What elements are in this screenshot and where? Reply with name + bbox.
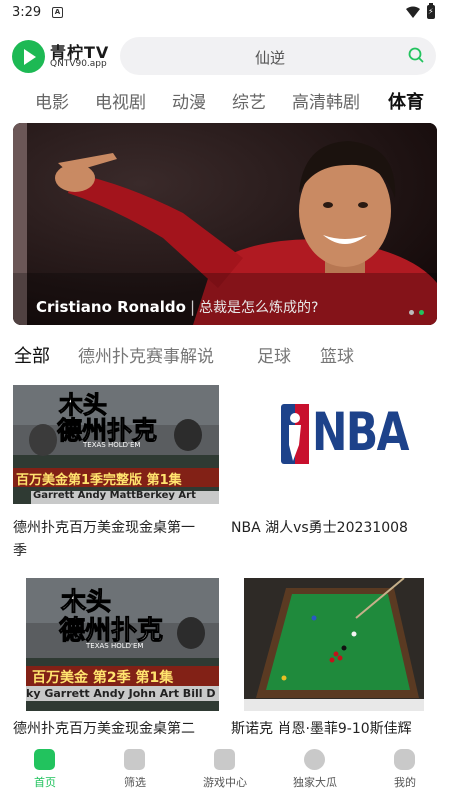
search-placeholder: 仙逆: [254, 49, 285, 67]
sub-tab-football[interactable]: 足球: [257, 342, 291, 367]
battery-icon: ⚡: [427, 3, 435, 19]
bottom-navigation: 首页 筛选 游戏中心 独家大瓜 我的: [0, 740, 450, 797]
nav-home[interactable]: 首页: [0, 740, 90, 797]
home-icon: [34, 749, 55, 770]
video-thumbnail: 木头 德州扑克 TEXAS HOLD'EM 百万美金 第2季 第1集 ky Ga…: [26, 578, 219, 711]
banner-page-dot-active[interactable]: [419, 310, 424, 315]
video-card[interactable]: 斯诺克 肖恩·墨菲9-10斯佳辉: [231, 578, 437, 743]
search-icon[interactable]: [408, 47, 424, 63]
video-thumbnail: 木头 德州扑克 TEXAS HOLD'EM 百万美金第1季完整版 第1集 Gar…: [13, 385, 219, 504]
banner-title: Cristiano Ronaldo: [36, 298, 186, 316]
thumb-caption: 百万美金第1季完整版 第1集: [16, 473, 182, 488]
profile-icon: [394, 749, 415, 770]
game-icon: [214, 749, 235, 770]
tab-tv-series[interactable]: 电视剧: [95, 88, 146, 113]
thumb-tag: TEXAS HOLD'EM: [83, 441, 141, 449]
nav-profile-label: 我的: [394, 776, 416, 789]
nav-filter-label: 筛选: [124, 776, 146, 789]
app-logo-icon: [12, 40, 45, 73]
nav-filter[interactable]: 筛选: [90, 740, 180, 797]
banner-image: [13, 123, 437, 325]
thumb-players: ky Garrett Andy John Art Bill D: [26, 687, 216, 700]
banner-separator: |: [189, 298, 196, 316]
thumb-players: Garrett Andy MattBerkey Art: [33, 490, 196, 501]
video-title: 德州扑克百万美金现金桌第二: [13, 721, 195, 737]
tab-anime[interactable]: 动漫: [172, 88, 206, 113]
video-title: NBA 湖人vs勇士20231008: [231, 520, 408, 536]
nav-exclusive-gossip-label: 独家大瓜: [293, 776, 337, 789]
video-title: 斯诺克 肖恩·墨菲9-10斯佳辉: [231, 721, 412, 737]
notification-icon: A: [52, 7, 63, 18]
wifi-icon: [406, 6, 420, 18]
snooker-table-image: [244, 578, 424, 711]
thumb-tag: TEXAS HOLD'EM: [86, 642, 144, 650]
tab-movies[interactable]: 电影: [35, 88, 69, 113]
status-time: 3:29: [12, 5, 42, 20]
category-tabs: 电影 电视剧 动漫 综艺 高清韩剧 体育: [0, 88, 450, 116]
tab-variety[interactable]: 综艺: [232, 88, 266, 113]
banner-caption: Cristiano Ronaldo | 总裁是怎么炼成的?: [36, 297, 318, 317]
thumb-caption: 百万美金 第2季 第1集: [32, 670, 174, 686]
sub-tab-poker[interactable]: 德州扑克赛事解说: [78, 342, 214, 367]
banner-subtitle: 总裁是怎么炼成的?: [199, 300, 319, 316]
video-card[interactable]: 木头 德州扑克 TEXAS HOLD'EM 百万美金第1季完整版 第1集 Gar…: [13, 385, 219, 565]
nav-profile[interactable]: 我的: [360, 740, 450, 797]
banner-page-dot[interactable]: [409, 310, 414, 315]
nav-home-label: 首页: [34, 776, 56, 789]
search-input[interactable]: 仙逆: [120, 37, 436, 75]
nav-game-center[interactable]: 游戏中心: [180, 740, 270, 797]
tab-sports[interactable]: 体育: [388, 88, 424, 114]
featured-banner[interactable]: Cristiano Ronaldo | 总裁是怎么炼成的?: [13, 123, 437, 325]
sub-category-tabs: 全部 德州扑克赛事解说 足球 篮球: [0, 342, 450, 368]
video-card[interactable]: 木头 德州扑克 TEXAS HOLD'EM 百万美金 第2季 第1集 ky Ga…: [13, 578, 219, 743]
filter-icon: [124, 749, 145, 770]
sub-tab-all[interactable]: 全部: [14, 342, 50, 368]
status-bar: 3:29 A ⚡: [0, 0, 450, 26]
tab-korean-drama[interactable]: 高清韩剧: [292, 88, 360, 113]
thumb-logo-text: NBA: [312, 402, 409, 463]
sub-tab-basketball[interactable]: 篮球: [320, 342, 354, 367]
nav-exclusive-gossip[interactable]: 独家大瓜: [270, 740, 360, 797]
video-title: 德州扑克百万美金现金桌第一季: [13, 520, 195, 559]
nav-game-center-label: 游戏中心: [203, 776, 247, 789]
video-thumbnail: [244, 578, 424, 711]
melon-icon: [304, 749, 325, 770]
app-domain: QNTV90.app: [50, 59, 107, 69]
video-card[interactable]: NBA NBA 湖人vs勇士20231008: [231, 385, 437, 565]
video-thumbnail: NBA: [231, 385, 437, 504]
